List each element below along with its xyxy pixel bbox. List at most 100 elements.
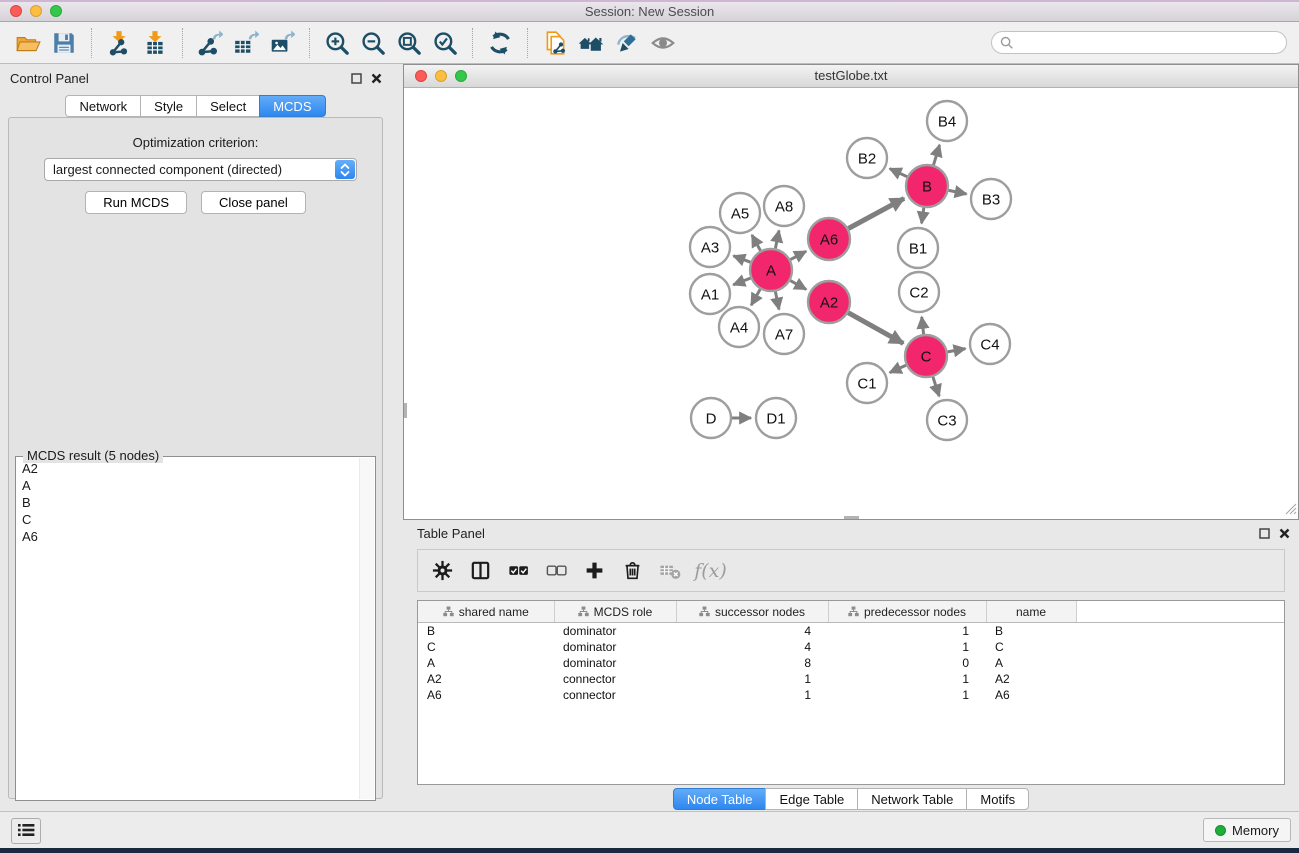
table-row[interactable]: A2connector11A2	[418, 671, 1285, 687]
export-network-button[interactable]	[192, 25, 228, 61]
memory-button[interactable]: Memory	[1203, 818, 1291, 842]
close-panel-button[interactable]: Close panel	[201, 191, 306, 214]
table-tab-motifs[interactable]: Motifs	[966, 788, 1029, 810]
graph-edge-A-A8[interactable]	[775, 231, 779, 249]
optimization-criterion-select[interactable]: largest connected component (directed)	[44, 158, 357, 181]
network-horizontal-scrollbar[interactable]	[844, 516, 859, 519]
network-vertical-scrollbar[interactable]	[404, 403, 407, 418]
open-file-button[interactable]	[10, 25, 46, 61]
task-history-button[interactable]	[11, 818, 41, 844]
network-close-button[interactable]	[415, 70, 427, 82]
graph-edge-B-B2[interactable]	[890, 169, 907, 177]
tab-mcds[interactable]: MCDS	[259, 95, 325, 117]
add-row-button[interactable]	[580, 556, 609, 586]
graph-node-C2[interactable]: C2	[899, 272, 939, 312]
graph-node-A[interactable]: A	[750, 249, 792, 291]
result-item-a[interactable]: A	[18, 477, 359, 494]
export-image-button[interactable]	[264, 25, 300, 61]
zoom-selected-button[interactable]	[427, 25, 463, 61]
graph-edge-C-C4[interactable]	[948, 349, 966, 352]
graph-node-D[interactable]: D	[691, 398, 731, 438]
graph-node-C[interactable]: C	[905, 335, 947, 377]
graph-node-B4[interactable]: B4	[927, 101, 967, 141]
graph-node-A3[interactable]: A3	[690, 227, 730, 267]
close-panel-icon[interactable]	[371, 72, 382, 87]
graph-node-B[interactable]: B	[906, 165, 948, 207]
refresh-button[interactable]	[482, 25, 518, 61]
graph-node-D1[interactable]: D1	[756, 398, 796, 438]
graph-edge-A6-B[interactable]	[848, 198, 904, 228]
run-mcds-button[interactable]: Run MCDS	[85, 191, 187, 214]
result-item-a6[interactable]: A6	[18, 528, 359, 545]
graph-edge-A-A1[interactable]	[733, 278, 750, 285]
graph-edge-A-A6[interactable]	[790, 251, 806, 259]
column-header-successor-nodes[interactable]: successor nodes	[676, 601, 828, 623]
show-graphics-button[interactable]	[645, 25, 681, 61]
clone-network-button[interactable]	[537, 25, 573, 61]
network-canvas[interactable]: A A1 A2 A3 A4 A5 A6 A7 A8 B B1 B2 B3B4 C C1 C2 C3C4 D D1	[404, 88, 1298, 519]
graph-edge-B-B4[interactable]	[934, 145, 940, 165]
select-all-button[interactable]	[504, 556, 533, 586]
table-row[interactable]: Bdominator41B	[418, 623, 1285, 640]
zoom-fit-button[interactable]	[391, 25, 427, 61]
graph-node-A8[interactable]: A8	[764, 186, 804, 226]
float-panel-icon[interactable]	[351, 72, 362, 87]
graph-node-A2[interactable]: A2	[808, 281, 850, 323]
graph-edge-B-B1[interactable]	[922, 208, 924, 224]
column-header-shared-name[interactable]: shared name	[418, 601, 554, 623]
graph-node-A1[interactable]: A1	[690, 274, 730, 314]
graph-edge-C-C1[interactable]	[890, 365, 906, 372]
search-input[interactable]	[991, 31, 1287, 54]
graph-node-A5[interactable]: A5	[720, 193, 760, 233]
graph-node-A7[interactable]: A7	[764, 314, 804, 354]
import-network-button[interactable]	[101, 25, 137, 61]
result-item-c[interactable]: C	[18, 511, 359, 528]
columns-button[interactable]	[466, 556, 495, 586]
export-table-button[interactable]	[228, 25, 264, 61]
zoom-out-button[interactable]	[355, 25, 391, 61]
network-minimize-button[interactable]	[435, 70, 447, 82]
table-row[interactable]: Adominator80A	[418, 655, 1285, 671]
save-session-button[interactable]	[46, 25, 82, 61]
graph-edge-A2-C[interactable]	[848, 313, 903, 344]
result-scrollbar[interactable]	[359, 458, 374, 799]
result-item-b[interactable]: B	[18, 494, 359, 511]
graph-edge-A-A3[interactable]	[733, 256, 750, 262]
graph-node-B2[interactable]: B2	[847, 138, 887, 178]
graph-edge-A-A4[interactable]	[751, 289, 760, 305]
delete-row-button[interactable]	[618, 556, 647, 586]
settings-button[interactable]	[428, 556, 457, 586]
result-item-a2[interactable]: A2	[18, 460, 359, 477]
network-maximize-button[interactable]	[455, 70, 467, 82]
graph-node-C1[interactable]: C1	[847, 363, 887, 403]
import-table-button[interactable]	[137, 25, 173, 61]
tab-network[interactable]: Network	[65, 95, 141, 117]
graph-edge-A-A2[interactable]	[790, 281, 806, 290]
graph-node-C4[interactable]: C4	[970, 324, 1010, 364]
graph-edge-C-C3[interactable]	[933, 377, 939, 396]
close-table-panel-icon[interactable]	[1279, 527, 1290, 542]
home-button[interactable]	[573, 25, 609, 61]
table-tab-edge-table[interactable]: Edge Table	[765, 788, 858, 810]
graph-edge-B-B3[interactable]	[949, 190, 967, 194]
tab-style[interactable]: Style	[140, 95, 197, 117]
resize-grip-icon[interactable]	[1283, 501, 1297, 518]
column-header-name[interactable]: name	[986, 601, 1076, 623]
graph-node-A6[interactable]: A6	[808, 218, 850, 260]
table-row[interactable]: Cdominator41C	[418, 639, 1285, 655]
graph-node-C3[interactable]: C3	[927, 400, 967, 440]
tab-select[interactable]: Select	[196, 95, 260, 117]
deselect-all-button[interactable]	[542, 556, 571, 586]
hide-annotations-button[interactable]	[609, 25, 645, 61]
graph-edge-A-A7[interactable]	[775, 292, 779, 310]
graph-edge-A-A5[interactable]	[752, 235, 761, 251]
float-table-panel-icon[interactable]	[1259, 527, 1270, 542]
column-header-predecessor-nodes[interactable]: predecessor nodes	[828, 601, 986, 623]
graph-node-B3[interactable]: B3	[971, 179, 1011, 219]
graph-edge-C-C2[interactable]	[922, 317, 924, 334]
table-tab-network-table[interactable]: Network Table	[857, 788, 967, 810]
table-tab-node-table[interactable]: Node Table	[673, 788, 767, 810]
graph-node-A4[interactable]: A4	[719, 307, 759, 347]
graph-node-B1[interactable]: B1	[898, 228, 938, 268]
zoom-in-button[interactable]	[319, 25, 355, 61]
